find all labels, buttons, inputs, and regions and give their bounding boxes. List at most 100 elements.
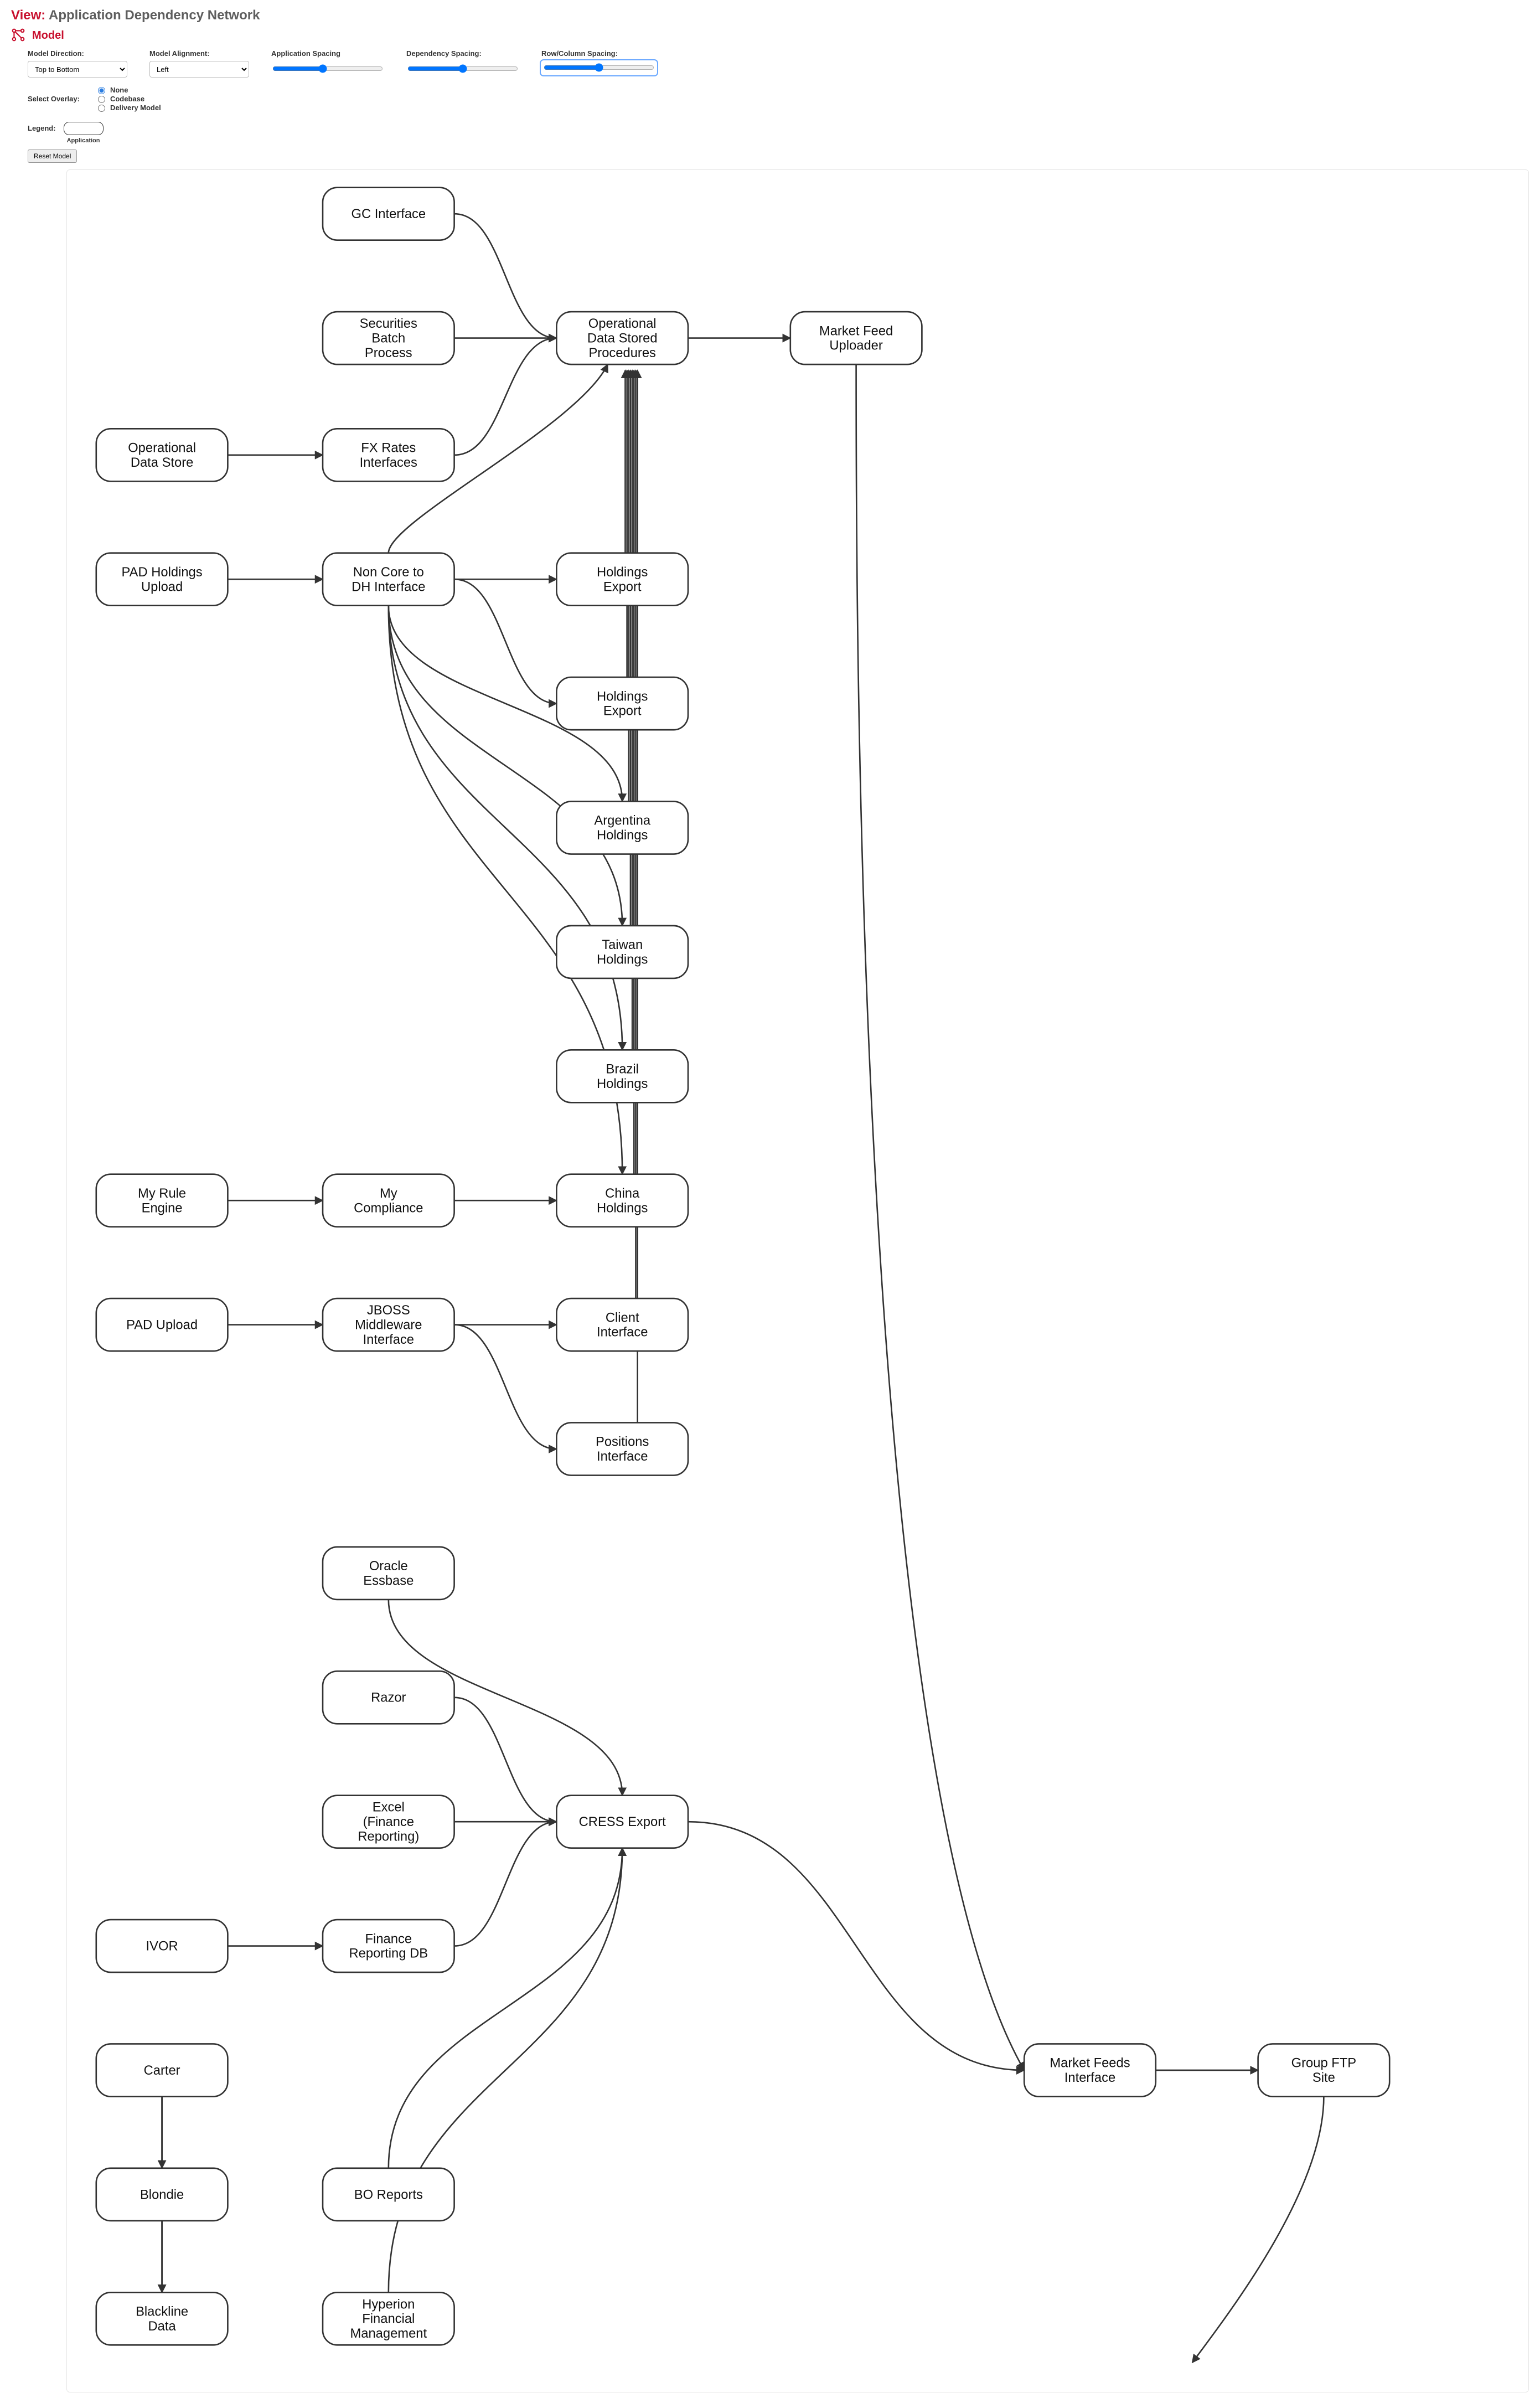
node-ivor[interactable]: IVOR (96, 1920, 228, 1972)
graph-icon (11, 28, 25, 44)
svg-text:Group FTP: Group FTP (1291, 2056, 1356, 2071)
svg-text:Compliance: Compliance (354, 1200, 423, 1215)
node-hyperion[interactable]: HyperionFinancialManagement (323, 2292, 454, 2345)
svg-text:Financial: Financial (362, 2312, 415, 2327)
svg-text:Argentina: Argentina (594, 813, 650, 828)
node-arg[interactable]: ArgentinaHoldings (556, 801, 688, 854)
svg-text:Interface: Interface (1064, 2070, 1115, 2085)
node-hexp1[interactable]: HoldingsExport (556, 553, 688, 606)
direction-select[interactable]: Top to BottomBottom to TopLeft to RightR… (28, 61, 127, 78)
svg-text:My Rule: My Rule (138, 1186, 186, 1201)
node-tai[interactable]: TaiwanHoldings (556, 926, 688, 978)
node-china[interactable]: ChinaHoldings (556, 1174, 688, 1227)
legend-text: Application (67, 137, 100, 144)
appspacing-group: Application Spacing (271, 49, 384, 78)
node-odsp[interactable]: OperationalData StoredProcedures (556, 312, 688, 364)
node-excel[interactable]: Excel(FinanceReporting) (323, 1796, 454, 1848)
svg-text:Procedures: Procedures (588, 345, 656, 360)
svg-text:Engine: Engine (142, 1200, 183, 1215)
svg-text:Data Store: Data Store (131, 455, 194, 470)
svg-text:Blackline: Blackline (136, 2304, 188, 2319)
svg-text:Data: Data (148, 2319, 177, 2334)
node-blondie[interactable]: Blondie (96, 2168, 228, 2221)
node-padu[interactable]: PAD Upload (96, 1298, 228, 1351)
edge-noncore-tai (389, 606, 622, 926)
title-prefix: View: (11, 8, 45, 23)
svg-text:Interfaces: Interfaces (360, 455, 417, 470)
svg-text:Holdings: Holdings (597, 689, 648, 704)
overlay-option-codebase[interactable]: Codebase (95, 94, 161, 103)
svg-text:Operational: Operational (588, 316, 657, 331)
rcspacing-group: Row/Column Spacing: (541, 49, 657, 78)
title-name: Application Dependency Network (49, 8, 260, 23)
svg-text:My: My (380, 1186, 397, 1201)
legend-label: Legend: (28, 122, 56, 132)
node-sbp[interactable]: SecuritiesBatchProcess (323, 312, 454, 364)
node-mfu[interactable]: Market FeedUploader (790, 312, 922, 364)
node-gc[interactable]: GC Interface (323, 188, 454, 240)
svg-text:Upload: Upload (141, 579, 183, 594)
page-title: View: Application Dependency Network (11, 8, 1529, 23)
node-noncore[interactable]: Non Core toDH Interface (323, 553, 454, 606)
node-mcomp[interactable]: MyCompliance (323, 1174, 454, 1227)
node-client[interactable]: ClientInterface (556, 1298, 688, 1351)
node-hexp2[interactable]: HoldingsExport (556, 677, 688, 730)
overlay-option-none[interactable]: None (95, 85, 161, 94)
rcspacing-slider[interactable] (544, 63, 654, 72)
svg-text:Reporting): Reporting) (358, 1829, 419, 1844)
svg-text:Excel: Excel (373, 1800, 405, 1815)
svg-text:Non Core to: Non Core to (353, 565, 424, 580)
node-pad[interactable]: PAD HoldingsUpload (96, 553, 228, 606)
svg-text:Client: Client (606, 1310, 639, 1325)
svg-text:Razor: Razor (371, 1690, 406, 1705)
section-label: Model (32, 29, 64, 42)
depspacing-group: Dependency Spacing: (406, 49, 519, 78)
diagram-svg[interactable]: GC Interface SecuritiesBatchProcess Operat… (67, 170, 1528, 2392)
edge-gc-odsp (454, 214, 557, 338)
node-pos[interactable]: PositionsInterface (556, 1422, 688, 1475)
svg-text:Interface: Interface (597, 1449, 648, 1464)
node-essbase[interactable]: OracleEssbase (323, 1547, 454, 1600)
svg-text:(Finance: (Finance (363, 1814, 414, 1829)
svg-text:Securities: Securities (360, 316, 417, 331)
svg-text:Carter: Carter (144, 2063, 180, 2078)
node-fx[interactable]: FX RatesInterfaces (323, 429, 454, 481)
alignment-select[interactable]: LeftCenterRight (149, 61, 249, 78)
appspacing-slider[interactable] (272, 64, 383, 73)
edge-fx-odsp (454, 338, 557, 455)
node-frdb[interactable]: FinanceReporting DB (323, 1920, 454, 1972)
reset-button[interactable]: Reset Model (28, 149, 77, 163)
node-jboss[interactable]: JBOSSMiddlewareInterface (323, 1298, 454, 1351)
node-bra[interactable]: BrazilHoldings (556, 1050, 688, 1102)
svg-text:Export: Export (603, 704, 642, 719)
svg-text:PAD Holdings: PAD Holdings (122, 565, 203, 580)
svg-text:Blondie: Blondie (140, 2187, 184, 2202)
svg-text:Taiwan: Taiwan (602, 937, 643, 952)
overlay-option-delivery-model[interactable]: Delivery Model (95, 103, 161, 112)
node-razor[interactable]: Razor (323, 1671, 454, 1724)
node-mre[interactable]: My RuleEngine (96, 1174, 228, 1227)
direction-group: Model Direction: Top to BottomBottom to … (28, 49, 127, 78)
diagram-canvas[interactable]: GC Interface SecuritiesBatchProcess Operat… (66, 169, 1529, 2392)
node-ods[interactable]: OperationalData Store (96, 429, 228, 481)
svg-text:Market Feeds: Market Feeds (1050, 2056, 1130, 2071)
edge-jboss-pos (454, 1325, 557, 1449)
edge-bo-cress (389, 1848, 622, 2168)
svg-text:Export: Export (603, 579, 642, 594)
node-blackline[interactable]: BlacklineData (96, 2292, 228, 2345)
node-bo[interactable]: BO Reports (323, 2168, 454, 2221)
svg-text:Holdings: Holdings (597, 1076, 648, 1091)
node-cress[interactable]: CRESS Export (556, 1796, 688, 1848)
node-ftp[interactable]: Group FTPSite (1258, 2044, 1390, 2096)
node-mfi[interactable]: Market FeedsInterface (1024, 2044, 1156, 2096)
svg-text:Management: Management (350, 2326, 427, 2341)
svg-text:Data Stored: Data Stored (587, 331, 658, 346)
svg-text:Finance: Finance (365, 1931, 412, 1946)
node-carter[interactable]: Carter (96, 2044, 228, 2096)
svg-text:Essbase: Essbase (363, 1574, 414, 1589)
edge-mfu-mfi (856, 364, 1025, 2070)
section-header: Model (11, 28, 1529, 44)
depspacing-slider[interactable] (407, 64, 518, 73)
legend-item: Application (64, 122, 104, 144)
edge-cress-mfi (688, 1822, 1024, 2070)
